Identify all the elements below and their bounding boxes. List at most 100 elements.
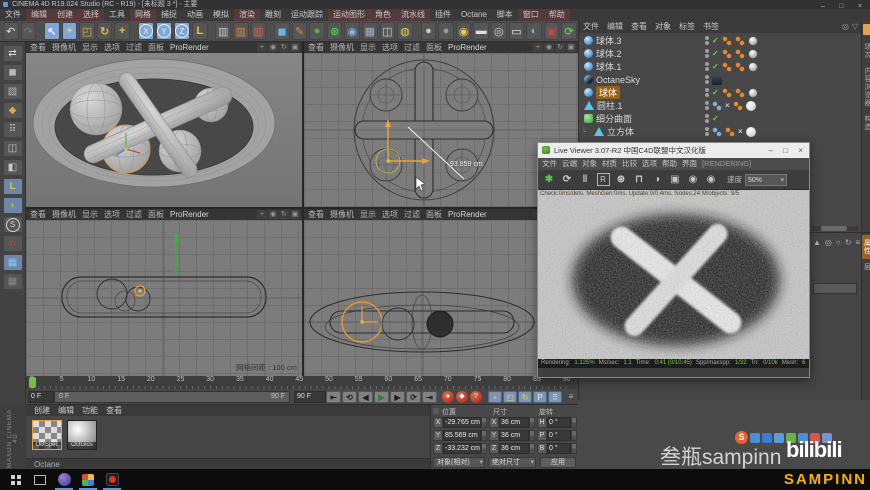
- lv-pin-camera-icon[interactable]: ◉: [685, 172, 701, 188]
- attribute-input-field[interactable]: [813, 283, 857, 294]
- generator-icon[interactable]: ●: [309, 22, 325, 40]
- live-selection-icon[interactable]: ↖: [44, 22, 60, 40]
- prorender-menu-item[interactable]: ProRender: [448, 42, 487, 53]
- vp-move-icon[interactable]: +: [257, 210, 267, 219]
- menu-item[interactable]: 帮助: [543, 9, 570, 21]
- position-z-field[interactable]: -33.232 cm: [443, 443, 481, 454]
- object-name[interactable]: OctaneSky: [596, 75, 640, 85]
- redo-icon[interactable]: ↷: [20, 22, 37, 40]
- spinner[interactable]: [571, 430, 577, 441]
- size-y-field[interactable]: 36 cm: [499, 430, 529, 441]
- lv-minimize-button[interactable]: –: [765, 146, 777, 155]
- viewport-menu-item[interactable]: 选项: [382, 42, 398, 53]
- objects-tab-icon[interactable]: [863, 24, 870, 35]
- vp-move-icon[interactable]: +: [533, 43, 543, 52]
- menu-item[interactable]: 选择: [78, 9, 104, 21]
- dock-tab-内容浏览器[interactable]: 内容浏览器: [862, 63, 870, 111]
- vp-maximize-icon[interactable]: ▣: [290, 43, 300, 52]
- spline-pen-icon[interactable]: ✎: [291, 22, 308, 40]
- viewport-menu-item[interactable]: 面板: [148, 42, 164, 53]
- object-row[interactable]: 球体.3 ✓: [579, 34, 861, 47]
- autokey-icon[interactable]: ◆: [456, 391, 468, 403]
- viewport-menu-item[interactable]: 选项: [382, 209, 398, 220]
- octane-object-tag-icon[interactable]: [734, 35, 745, 46]
- key-scale-icon[interactable]: ◰: [503, 391, 517, 403]
- menu-item[interactable]: 流水线: [396, 9, 430, 21]
- menu-item[interactable]: Octane: [456, 9, 492, 21]
- prev-frame-icon[interactable]: ◀: [358, 391, 373, 403]
- object-manager-scrollbar[interactable]: [811, 226, 859, 231]
- object-name[interactable]: 球体: [596, 86, 621, 99]
- lv-menu-item[interactable]: 帮助: [662, 159, 677, 168]
- vp-rotate-icon[interactable]: ↻: [279, 43, 289, 52]
- object-name[interactable]: 球体.2: [596, 47, 622, 60]
- material-tag-icon[interactable]: [747, 61, 758, 72]
- prorender-menu-item[interactable]: ProRender: [448, 209, 487, 220]
- viewport-menu-item[interactable]: 显示: [360, 42, 376, 53]
- timeline-ruler[interactable]: 051015202530354045505560657075808590: [26, 376, 578, 389]
- viewport-menu-item[interactable]: 摄像机: [52, 209, 76, 220]
- move-tool-icon[interactable]: +: [61, 22, 78, 40]
- octane-camera-icon[interactable]: ▣: [543, 22, 560, 40]
- render-view-icon[interactable]: ▥: [215, 22, 232, 40]
- octane-object-tag-icon[interactable]: [734, 87, 745, 98]
- viewport-solo-icon[interactable]: ◗: [2, 197, 23, 214]
- lv-pause-icon[interactable]: ‖: [577, 172, 593, 188]
- prorender-menu-item[interactable]: ProRender: [170, 209, 209, 220]
- edges-mode-icon[interactable]: ◫: [2, 140, 23, 157]
- current-frame-field[interactable]: 0 F: [28, 391, 54, 403]
- menu-item[interactable]: 运动图形: [328, 9, 370, 21]
- camera-icon[interactable]: ◫: [379, 22, 396, 40]
- render-settings-icon[interactable]: ▥: [250, 22, 267, 40]
- position-y-field[interactable]: 85.569 cm: [443, 430, 481, 441]
- menu-item[interactable]: 工具: [104, 9, 130, 21]
- menu-item[interactable]: 窗口: [517, 9, 544, 21]
- spinner[interactable]: [481, 417, 487, 428]
- visibility-dots-icon[interactable]: [705, 62, 709, 71]
- octane-refresh-icon[interactable]: ⟳: [561, 22, 577, 40]
- model-mode-icon[interactable]: ◼: [2, 64, 23, 81]
- octane-logo-icon[interactable]: ✱: [541, 172, 557, 188]
- menu-item[interactable]: 脚本: [492, 9, 518, 21]
- spinner[interactable]: [571, 417, 577, 428]
- vp-maximize-icon[interactable]: ▣: [290, 210, 300, 219]
- attr-mode-icon[interactable]: ▲: [813, 238, 821, 247]
- size-z-field[interactable]: 36 cm: [499, 443, 529, 454]
- rotation-b-field[interactable]: 0 °: [547, 443, 571, 454]
- menu-item[interactable]: 角色: [370, 9, 396, 21]
- axis-mode-icon[interactable]: L: [2, 178, 23, 195]
- viewport-menu-item[interactable]: 面板: [426, 209, 442, 220]
- lv-menu-item[interactable]: 比较: [622, 159, 637, 168]
- loop-icon[interactable]: ⟳: [406, 391, 421, 403]
- spinner[interactable]: [529, 430, 535, 441]
- lv-region-icon[interactable]: R: [595, 172, 611, 188]
- object-name[interactable]: 细分曲面: [596, 112, 632, 125]
- undo-icon[interactable]: ↶: [3, 22, 19, 40]
- viewport-menu-item[interactable]: 过滤: [404, 42, 420, 53]
- viewport-menu-item[interactable]: 显示: [360, 209, 376, 220]
- object-row[interactable]: 细分曲面 ✓: [579, 112, 861, 125]
- object-row[interactable]: OctaneSky: [579, 73, 861, 86]
- goto-start-icon[interactable]: ⇤: [326, 391, 341, 403]
- object-row[interactable]: 球体 ✓: [579, 86, 861, 99]
- protection-tag-icon[interactable]: ×: [738, 127, 743, 136]
- lv-maximize-button[interactable]: □: [779, 146, 792, 155]
- z-axis-lock-icon[interactable]: Z: [173, 22, 190, 40]
- vp-maximize-icon[interactable]: ▣: [566, 43, 576, 52]
- viewport-menu-item[interactable]: 摄像机: [52, 42, 76, 53]
- octane-object-tag-icon[interactable]: [725, 126, 735, 137]
- visibility-dots-icon[interactable]: [705, 75, 709, 84]
- octane-object-tag-icon[interactable]: [721, 35, 732, 46]
- lv-menu-item[interactable]: 界面: [682, 159, 697, 168]
- vp-rotate-icon[interactable]: ↻: [279, 210, 289, 219]
- taskbar-cinema4d-icon[interactable]: [52, 469, 76, 490]
- om-search-icon[interactable]: ◎: [842, 22, 849, 31]
- visibility-dots-icon[interactable]: [705, 114, 709, 123]
- material-thumbnail-octglos[interactable]: OctGlos: [67, 420, 97, 450]
- lv-menu-item[interactable]: 文件: [542, 159, 557, 168]
- menu-item[interactable]: 雕刻: [260, 9, 286, 21]
- lv-menu-item[interactable]: 云端: [562, 159, 577, 168]
- viewport-menu-item[interactable]: 摄像机: [330, 209, 354, 220]
- coordinate-system-icon[interactable]: L: [191, 22, 208, 40]
- octane-object-tag-icon[interactable]: [721, 61, 732, 72]
